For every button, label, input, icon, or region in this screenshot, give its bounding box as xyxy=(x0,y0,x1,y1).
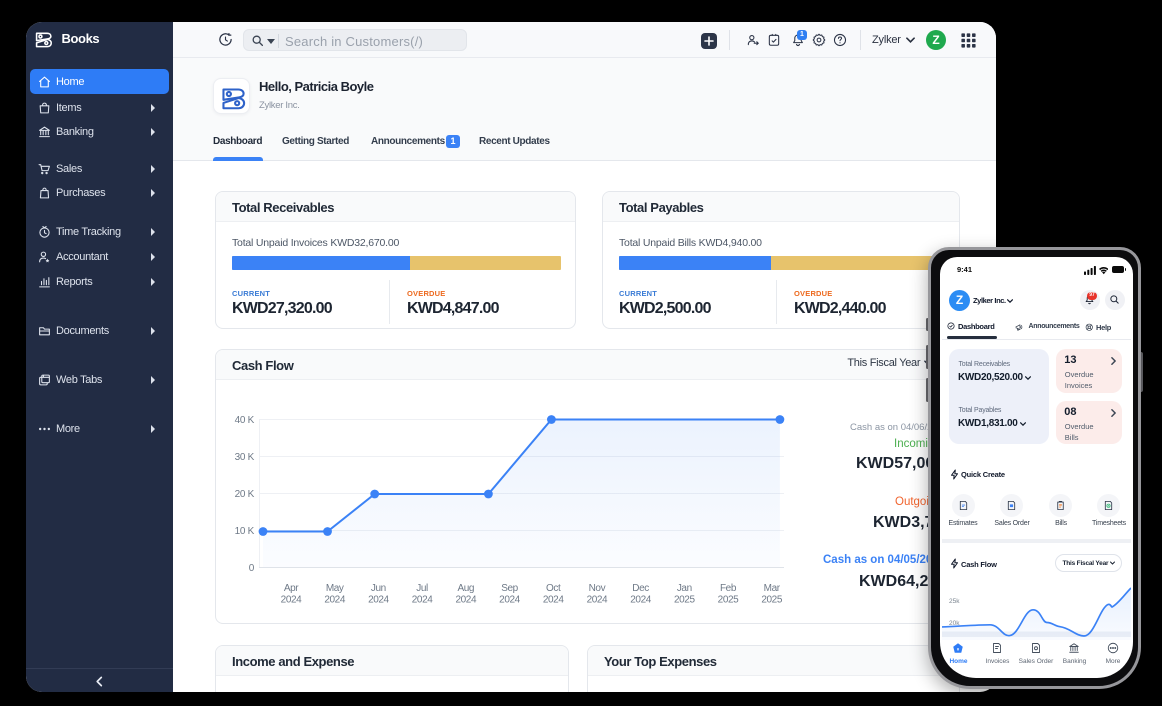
svg-text:Mar2025: Mar2025 xyxy=(761,583,782,606)
svg-text:30 K: 30 K xyxy=(235,452,255,463)
svg-text:Nov2024: Nov2024 xyxy=(587,583,608,606)
svg-text:Sep2024: Sep2024 xyxy=(499,583,520,606)
svg-text:May2024: May2024 xyxy=(324,583,345,606)
svg-text:Apr2024: Apr2024 xyxy=(281,583,302,606)
svg-text:Dec2024: Dec2024 xyxy=(630,583,651,606)
svg-text:40 K: 40 K xyxy=(235,415,255,426)
svg-text:Jul2024: Jul2024 xyxy=(412,583,433,606)
svg-text:Oct2024: Oct2024 xyxy=(543,583,564,606)
svg-text:20 K: 20 K xyxy=(235,489,255,500)
svg-text:Aug2024: Aug2024 xyxy=(455,583,476,606)
svg-text:Jun2024: Jun2024 xyxy=(368,583,389,606)
svg-text:Feb2025: Feb2025 xyxy=(718,583,739,606)
svg-text:0: 0 xyxy=(249,563,255,574)
svg-text:Jan2025: Jan2025 xyxy=(674,583,695,606)
svg-text:10 K: 10 K xyxy=(235,526,255,537)
